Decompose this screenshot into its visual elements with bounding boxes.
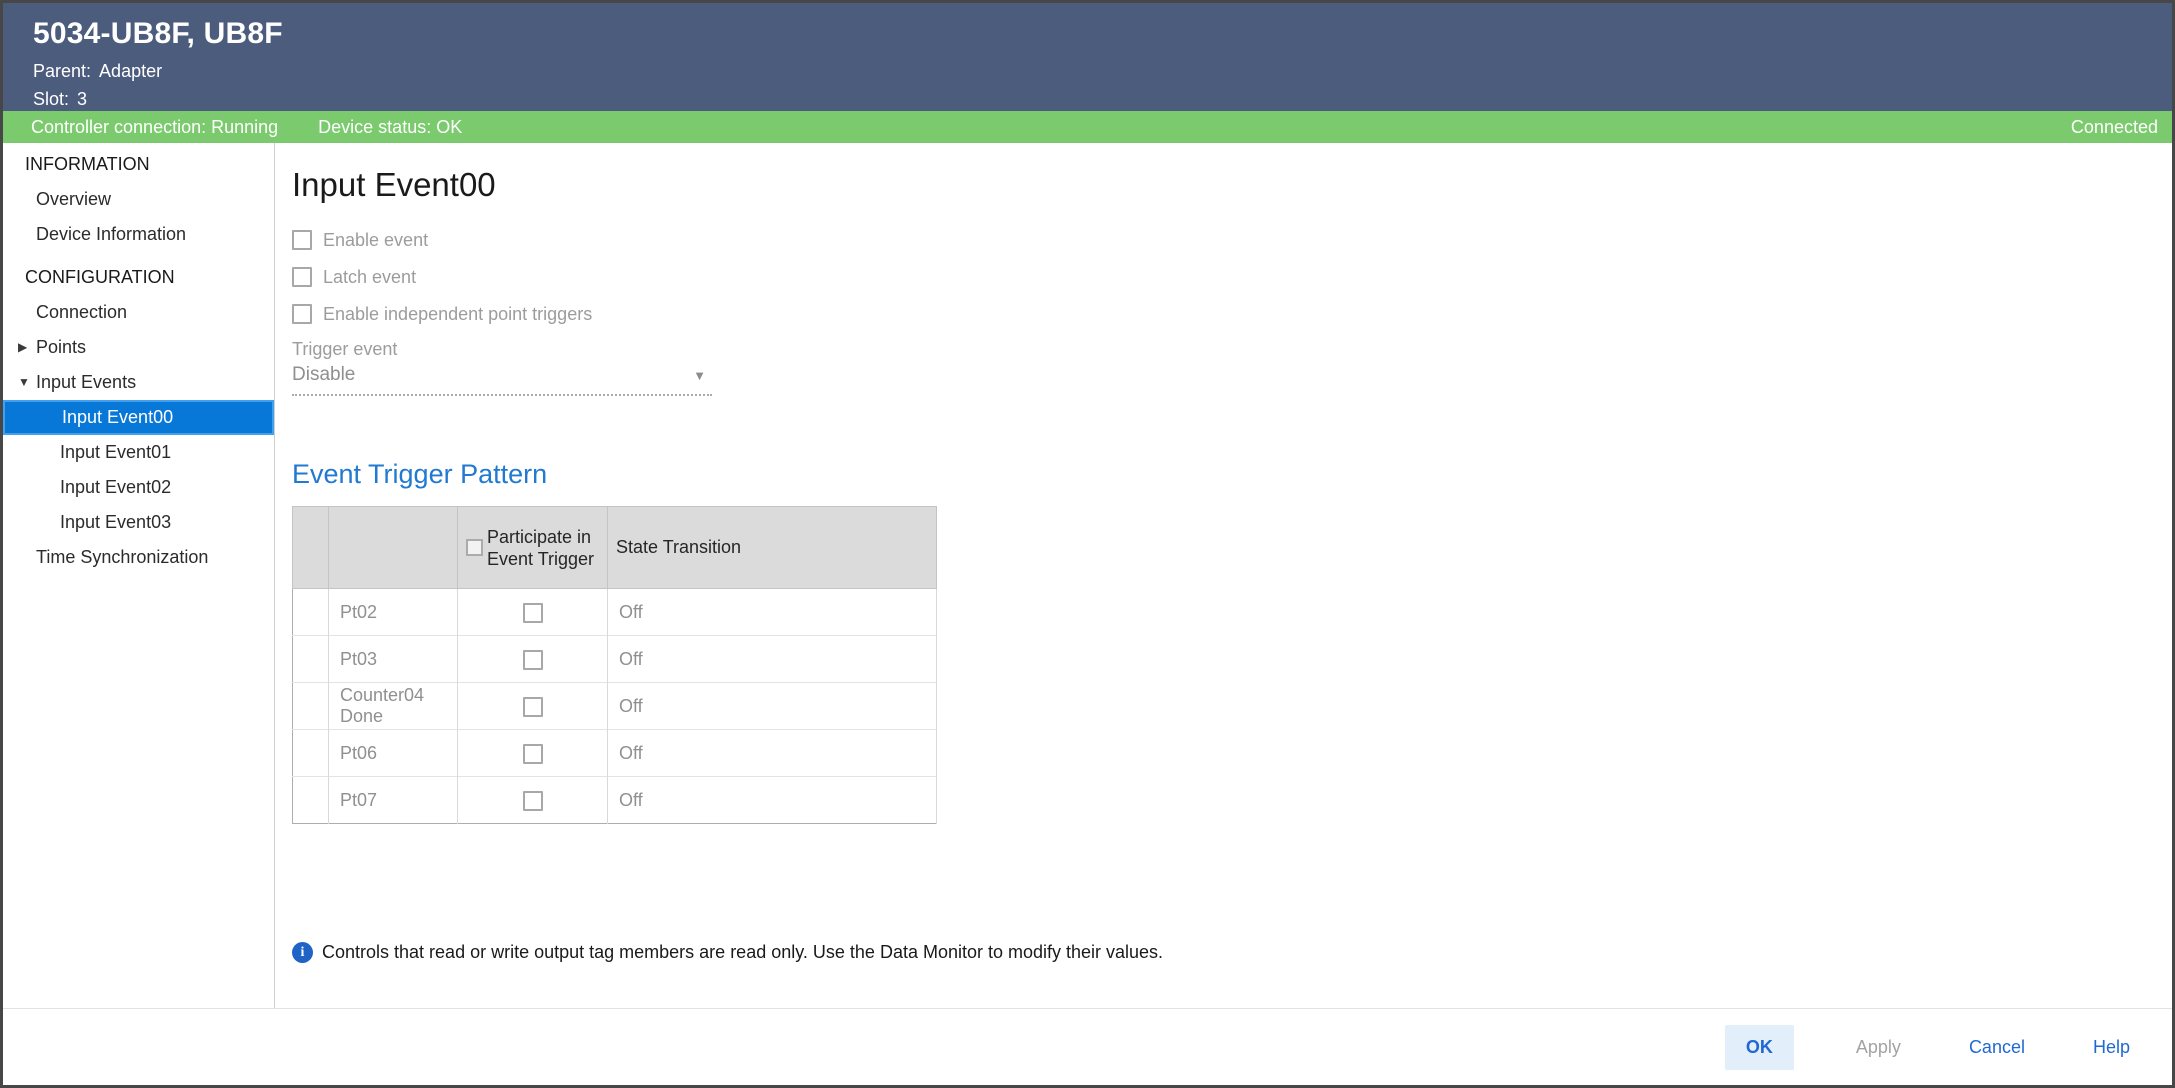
- row-selector-cell[interactable]: [293, 589, 329, 636]
- trigger-event-field: Trigger event Disable ▼: [292, 338, 712, 396]
- independent-point-triggers-row: Enable independent point triggers: [292, 303, 2142, 325]
- trigger-event-select[interactable]: Disable ▼: [292, 362, 712, 396]
- sidebar-item-overview[interactable]: Overview: [3, 182, 274, 217]
- table-row: Pt06 Off: [293, 730, 937, 777]
- state-transition-cell: Off: [608, 683, 937, 730]
- device-profile-window: 5034-UB8F, UB8F Parent: Adapter Slot: 3 Co…: [0, 0, 2175, 1088]
- state-transition-cell: Off: [608, 636, 937, 683]
- sidebar-item-input-event03[interactable]: Input Event03: [3, 505, 274, 540]
- device-title: 5034-UB8F, UB8F: [33, 17, 2172, 51]
- table-row: Pt02 Off: [293, 589, 937, 636]
- sidebar-item-points[interactable]: ▶ Points: [3, 330, 274, 365]
- point-name-cell: Pt02: [329, 589, 458, 636]
- parent-value: Adapter: [99, 61, 162, 81]
- ok-button[interactable]: OK: [1725, 1025, 1794, 1070]
- readonly-note: i Controls that read or write output tag…: [292, 942, 2142, 963]
- enable-event-label: Enable event: [323, 230, 428, 251]
- parent-label: Parent:: [33, 61, 91, 81]
- sidebar-item-points-label: Points: [36, 337, 86, 357]
- participate-checkbox[interactable]: [523, 650, 543, 670]
- readonly-note-text: Controls that read or write output tag m…: [322, 942, 1163, 963]
- point-name-cell: Pt06: [329, 730, 458, 777]
- sidebar-item-input-event01[interactable]: Input Event01: [3, 435, 274, 470]
- participate-checkbox[interactable]: [523, 791, 543, 811]
- participate-cell: [458, 730, 608, 777]
- latch-event-checkbox[interactable]: [292, 267, 312, 287]
- participate-checkbox[interactable]: [523, 603, 543, 623]
- sidebar-list: INFORMATION Overview Device Information …: [3, 147, 274, 575]
- sidebar-header-configuration: CONFIGURATION: [3, 260, 274, 295]
- point-name-header: [329, 507, 458, 589]
- enable-event-row: Enable event: [292, 229, 2142, 251]
- sidebar-item-time-synchronization[interactable]: Time Synchronization: [3, 540, 274, 575]
- expanded-arrow-icon[interactable]: ▼: [18, 365, 30, 400]
- sidebar-item-input-event00[interactable]: Input Event00: [3, 400, 274, 435]
- slot-label: Slot:: [33, 89, 69, 109]
- row-selector-header: [293, 507, 329, 589]
- slot-line: Slot: 3: [33, 89, 2172, 110]
- point-name-cell: Pt07: [329, 777, 458, 824]
- participate-checkbox[interactable]: [523, 697, 543, 717]
- sidebar-item-input-event02[interactable]: Input Event02: [3, 470, 274, 505]
- table-header-row: Participate in Event Trigger State Trans…: [293, 507, 937, 589]
- point-name-cell: Pt03: [329, 636, 458, 683]
- sidebar-item-input-events[interactable]: ▼ Input Events: [3, 365, 274, 400]
- apply-button[interactable]: Apply: [1850, 1025, 1907, 1070]
- row-selector-cell[interactable]: [293, 636, 329, 683]
- point-name-cell: Counter04 Done: [329, 683, 458, 730]
- table-row: Pt03 Off: [293, 636, 937, 683]
- sidebar-header-information: INFORMATION: [3, 147, 274, 182]
- event-trigger-pattern-title: Event Trigger Pattern: [292, 456, 2142, 492]
- footer-bar: OK Apply Cancel Help: [3, 1008, 2172, 1085]
- cancel-button[interactable]: Cancel: [1963, 1025, 2031, 1070]
- state-transition-cell: Off: [608, 777, 937, 824]
- trigger-event-value: Disable: [292, 364, 693, 386]
- page-title: Input Event00: [292, 163, 2142, 207]
- table-row: Pt07 Off: [293, 777, 937, 824]
- help-button[interactable]: Help: [2087, 1025, 2136, 1070]
- row-selector-cell[interactable]: [293, 777, 329, 824]
- state-transition-cell: Off: [608, 730, 937, 777]
- chevron-down-icon: ▼: [693, 368, 712, 383]
- state-transition-header: State Transition: [608, 507, 937, 589]
- collapsed-arrow-icon[interactable]: ▶: [18, 330, 27, 365]
- slot-value: 3: [77, 89, 87, 109]
- connection-state-badge: Connected: [2071, 117, 2158, 138]
- trigger-event-label: Trigger event: [292, 338, 712, 360]
- main-spacer: [292, 824, 2142, 942]
- latch-event-row: Latch event: [292, 266, 2142, 288]
- participate-cell: [458, 777, 608, 824]
- independent-point-triggers-label: Enable independent point triggers: [323, 304, 592, 325]
- participate-header-label: Participate in Event Trigger: [487, 526, 599, 570]
- latch-event-label: Latch event: [323, 267, 416, 288]
- controller-connection-status: Controller connection: Running: [31, 117, 278, 138]
- info-icon: i: [292, 942, 313, 963]
- parent-line: Parent: Adapter: [33, 61, 2172, 82]
- device-status: Device status: OK: [318, 117, 462, 138]
- titlebar: 5034-UB8F, UB8F Parent: Adapter Slot: 3: [3, 3, 2172, 111]
- participate-header: Participate in Event Trigger: [458, 507, 608, 589]
- row-selector-cell[interactable]: [293, 683, 329, 730]
- sidebar-item-device-information[interactable]: Device Information: [3, 217, 274, 252]
- table-row: Counter04 Done Off: [293, 683, 937, 730]
- status-bar: Controller connection: Running Device st…: [3, 111, 2172, 143]
- event-trigger-pattern-table: Participate in Event Trigger State Trans…: [292, 506, 937, 824]
- participate-all-checkbox[interactable]: [466, 539, 483, 556]
- state-transition-cell: Off: [608, 589, 937, 636]
- row-selector-cell[interactable]: [293, 730, 329, 777]
- sidebar-item-connection[interactable]: Connection: [3, 295, 274, 330]
- independent-point-triggers-checkbox[interactable]: [292, 304, 312, 324]
- participate-cell: [458, 636, 608, 683]
- main-pane: Input Event00 Enable event Latch event E…: [275, 143, 2172, 1008]
- enable-event-checkbox[interactable]: [292, 230, 312, 250]
- sidebar-item-input-events-label: Input Events: [36, 372, 136, 392]
- participate-checkbox[interactable]: [523, 744, 543, 764]
- participate-cell: [458, 683, 608, 730]
- participate-cell: [458, 589, 608, 636]
- sidebar-nav: INFORMATION Overview Device Information …: [3, 143, 275, 1008]
- body: INFORMATION Overview Device Information …: [3, 143, 2172, 1008]
